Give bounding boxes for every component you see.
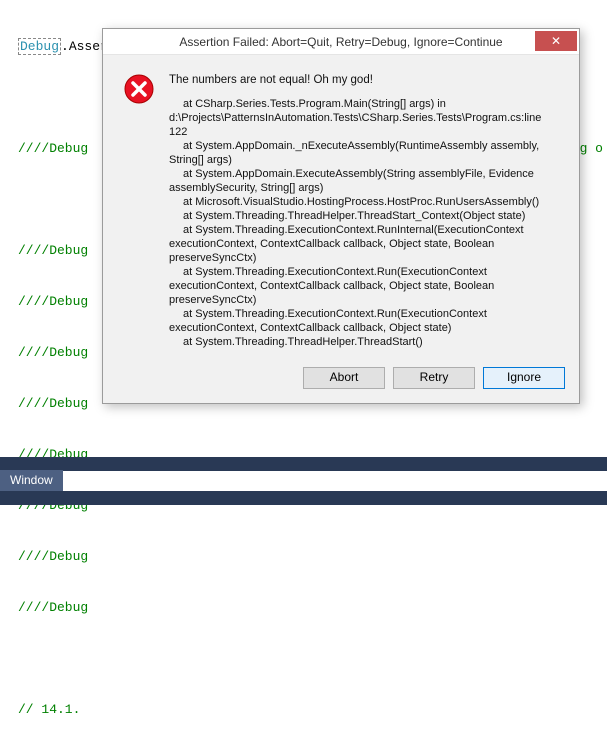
dialog-body: The numbers are not equal! Oh my god! at… [103, 55, 579, 359]
stack-trace: at CSharp.Series.Tests.Program.Main(Stri… [169, 97, 559, 349]
stack-frame: at System.Threading.ExecutionContext.Run… [169, 307, 559, 335]
stack-frame: at System.Threading.ThreadHelper.ThreadS… [169, 209, 559, 223]
dialog-message-column: The numbers are not equal! Oh my god! at… [169, 73, 559, 349]
code-comment: // 14.1. [18, 701, 607, 718]
token-type: Debug [18, 38, 61, 55]
assertion-message: The numbers are not equal! Oh my god! [169, 73, 559, 87]
assertion-failed-dialog: Assertion Failed: Abort=Quit, Retry=Debu… [102, 28, 580, 404]
stack-frame: at System.Threading.ExecutionContext.Run… [169, 223, 559, 265]
panel-tab[interactable]: Window [0, 470, 63, 492]
error-icon [123, 73, 155, 105]
dialog-button-row: Abort Retry Ignore [103, 359, 579, 403]
dialog-titlebar[interactable]: Assertion Failed: Abort=Quit, Retry=Debu… [103, 29, 579, 55]
stack-frame: at System.AppDomain._nExecuteAssembly(Ru… [169, 139, 559, 167]
stack-frame: at Microsoft.VisualStudio.HostingProcess… [169, 195, 559, 209]
code-line-blank [18, 650, 607, 667]
retry-button[interactable]: Retry [393, 367, 475, 389]
ignore-button[interactable]: Ignore [483, 367, 565, 389]
stack-frame: at System.Threading.ThreadHelper.ThreadS… [169, 335, 559, 349]
code-comment: ////Debug [18, 548, 607, 565]
dialog-title: Assertion Failed: Abort=Quit, Retry=Debu… [179, 35, 502, 49]
panel-strip [0, 457, 607, 471]
abort-button[interactable]: Abort [303, 367, 385, 389]
stack-frame: at System.Threading.ExecutionContext.Run… [169, 265, 559, 307]
stack-frame: at CSharp.Series.Tests.Program.Main(Stri… [169, 97, 559, 139]
stack-frame: at System.AppDomain.ExecuteAssembly(Stri… [169, 167, 559, 195]
status-strip [0, 491, 607, 505]
close-button[interactable]: ✕ [535, 31, 577, 51]
code-comment: ////Debug [18, 599, 607, 616]
close-icon: ✕ [551, 34, 561, 48]
